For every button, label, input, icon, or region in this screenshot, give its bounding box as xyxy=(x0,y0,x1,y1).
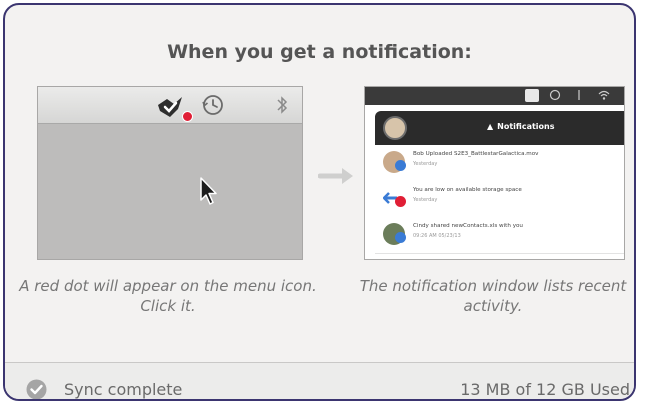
alert-dot-icon xyxy=(182,111,193,122)
caption-right: The notification window lists recent act… xyxy=(359,277,627,315)
app-icon xyxy=(158,97,182,117)
cursor-icon xyxy=(200,177,217,205)
notification-help-panel: When you get a notification: ▲ Notificat… xyxy=(3,3,636,401)
menubar xyxy=(38,87,302,124)
arrow-right-icon xyxy=(318,168,353,184)
share-badge-icon xyxy=(395,232,406,243)
menubar-illustration xyxy=(37,86,303,260)
notifications-header: ▲ Notifications xyxy=(375,111,624,145)
history-icon xyxy=(549,89,561,101)
notifications-title: Notifications xyxy=(497,122,555,131)
check-icon xyxy=(26,379,47,399)
list-item[interactable]: Cindy shared newContacts.xls with you 09… xyxy=(375,217,624,254)
storage-usage: 13 MB of 12 GB Used xyxy=(460,380,630,399)
bluetooth-icon xyxy=(578,90,580,100)
warning-badge-icon xyxy=(395,196,406,207)
wifi-icon xyxy=(598,90,610,100)
history-icon xyxy=(202,95,223,115)
upload-badge-icon xyxy=(395,160,406,171)
menubar-dark xyxy=(365,87,624,105)
list-item[interactable]: You are low on available storage space Y… xyxy=(375,181,624,218)
sync-status: Sync complete xyxy=(64,380,183,399)
list-item[interactable]: Bob Uploaded S2E3_BattlestarGalactica.mo… xyxy=(375,145,624,182)
notification-window-illustration: ▲ Notifications Bob Uploaded S2E3_Battles… xyxy=(364,86,625,260)
caption-left: A red dot will appear on the menu icon. … xyxy=(19,277,317,315)
heading: When you get a notification: xyxy=(167,41,472,63)
avatar[interactable] xyxy=(383,116,407,140)
bell-icon: ▲ xyxy=(487,122,494,131)
tray-app-icon xyxy=(525,89,539,102)
bluetooth-icon xyxy=(277,96,288,114)
status-bar: Sync complete 13 MB of 12 GB Used xyxy=(5,362,634,399)
